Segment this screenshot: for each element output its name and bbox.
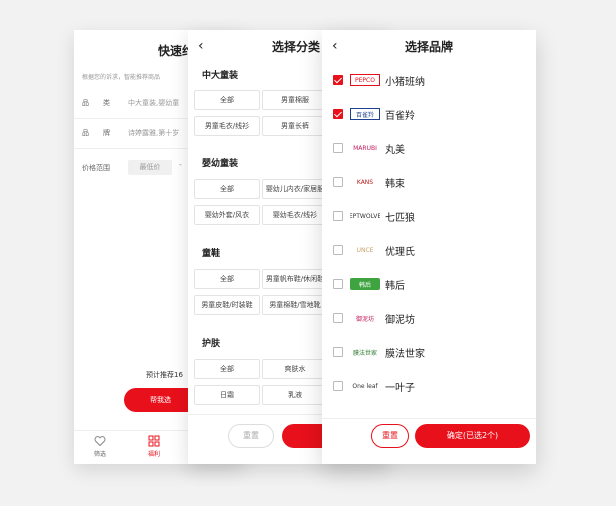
category-chip[interactable]: 全部 [194,269,260,289]
estimate-text: 预计推荐16 [146,371,183,379]
min-price-input[interactable]: 最低价 [128,160,172,175]
price-dash: - [179,160,182,169]
brand-checkbox[interactable] [333,313,343,323]
heart-icon [94,436,106,447]
category-chip[interactable]: 男童毛衣/线衫 [194,116,260,136]
brand-logo: MARUBI [353,144,377,152]
category-chip[interactable]: 婴幼毛衣/线衫 [262,205,328,225]
brand-logo: 百雀羚 [350,108,380,120]
brand-name: 小猪班纳 [385,77,425,88]
brand-item[interactable]: 百雀羚 百雀羚 [322,97,536,131]
category-chip[interactable]: 爽肤水 [262,359,328,379]
brand-name: 御泥坊 [385,315,415,326]
category-chip[interactable]: 婴幼儿内衣/家居服 [262,179,328,199]
brand-name: 韩束 [385,179,405,190]
reset-button[interactable]: 重置 [228,424,274,448]
hint-text: 根据您的诉求，智能推荐商品 [82,74,161,81]
brand-checkbox[interactable] [333,245,343,255]
brand-logo: 御泥坊 [355,315,374,323]
brand-row-value[interactable]: 诗婷露雅,第十岁 [128,128,179,138]
brand-name: 优理氏 [385,247,415,258]
category-chip[interactable]: 乳液 [262,385,328,405]
divider [322,418,536,419]
brand-checkbox[interactable] [333,211,343,221]
brand-item[interactable]: UNCE 优理氏 [322,233,536,267]
screen-title: 选择分类 [272,40,321,54]
category-chip[interactable]: 男童帆布鞋/休闲鞋 [262,269,328,289]
category-chip[interactable]: 婴幼外套/风衣 [194,205,260,225]
brand-item[interactable]: 膜法世家 膜法世家 [322,335,536,369]
category-row-label: 品 类 [82,99,110,107]
section-title: 童鞋 [202,249,221,259]
category-chip[interactable]: 日霜 [194,385,260,405]
brand-logo: PEPCO [350,74,380,86]
brand-name: 丸美 [385,145,405,156]
screen-title: 选择品牌 [405,40,454,54]
brand-logo: SEPTWOLVES [350,212,380,220]
brand-logo: One leaf [352,382,378,390]
category-chip[interactable]: 全部 [194,359,260,379]
brand-name: 七匹狼 [385,213,415,224]
stage: 快速约 根据您的诉求，智能推荐商品 品 类 中大童装,婴幼童 品 牌 诗婷露雅,… [0,0,616,506]
brand-logo: UNCE [356,246,374,254]
select-brand-screen: ‹ 选择品牌 PEPCO 小猪班纳百雀羚百雀羚 MARUBI 丸美 KANS 韩束 SEPT… [322,30,536,464]
tab-filter[interactable]: 筛选 [80,435,120,458]
category-chip[interactable]: 男童皮鞋/时装鞋 [194,295,260,315]
category-chip[interactable]: 全部 [194,90,260,110]
brand-item[interactable]: PEPCO 小猪班纳 [322,63,536,97]
brand-item[interactable]: MARUBI 丸美 [322,131,536,165]
category-chip[interactable]: 男童棉鞋/雪地靴 [262,295,328,315]
brand-checkbox[interactable] [333,381,343,391]
section-title: 护肤 [202,339,221,349]
category-chip[interactable]: 全部 [194,179,260,199]
category-row-value[interactable]: 中大童装,婴幼童 [128,98,179,108]
brand-name: 膜法世家 [385,349,425,360]
brand-checkbox[interactable] [333,177,343,187]
grid-icon [148,435,160,447]
price-range-label: 价格范围 [82,164,110,172]
category-chip[interactable]: 男童棉服 [262,90,328,110]
brand-logo: 韩后 [350,278,380,290]
brand-logo: 膜法世家 [352,349,377,357]
section-title: 婴幼童装 [202,159,239,169]
brand-name: 一叶子 [385,383,415,394]
brand-row-label: 品 牌 [82,129,110,137]
category-chip[interactable]: 男童长裤 [262,116,328,136]
back-icon[interactable]: ‹ [332,38,338,54]
brand-item[interactable]: KANS 韩束 [322,165,536,199]
tab-benefits[interactable]: 福利 [134,435,174,458]
brand-checkbox[interactable] [333,75,343,85]
brand-logo: KANS [356,178,374,186]
brand-checkbox[interactable] [333,143,343,153]
brand-name: 百雀羚 [385,111,415,122]
tab-label: 筛选 [93,451,106,458]
brand-item[interactable]: 韩后 韩后 [322,267,536,301]
confirm-button[interactable]: 确定(已选2个) [415,424,530,448]
brand-item[interactable]: One leaf 一叶子 [322,369,536,403]
brand-name: 韩后 [385,281,405,292]
brand-item[interactable]: SEPTWOLVES 七匹狼 [322,199,536,233]
section-title: 中大童装 [202,71,239,81]
brand-checkbox[interactable] [333,109,343,119]
brand-checkbox[interactable] [333,347,343,357]
back-icon[interactable]: ‹ [198,38,204,54]
brand-checkbox[interactable] [333,279,343,289]
reset-button[interactable]: 重置 [371,424,409,448]
brand-item[interactable]: 御泥坊 御泥坊 [322,301,536,335]
tab-label: 福利 [147,451,160,458]
